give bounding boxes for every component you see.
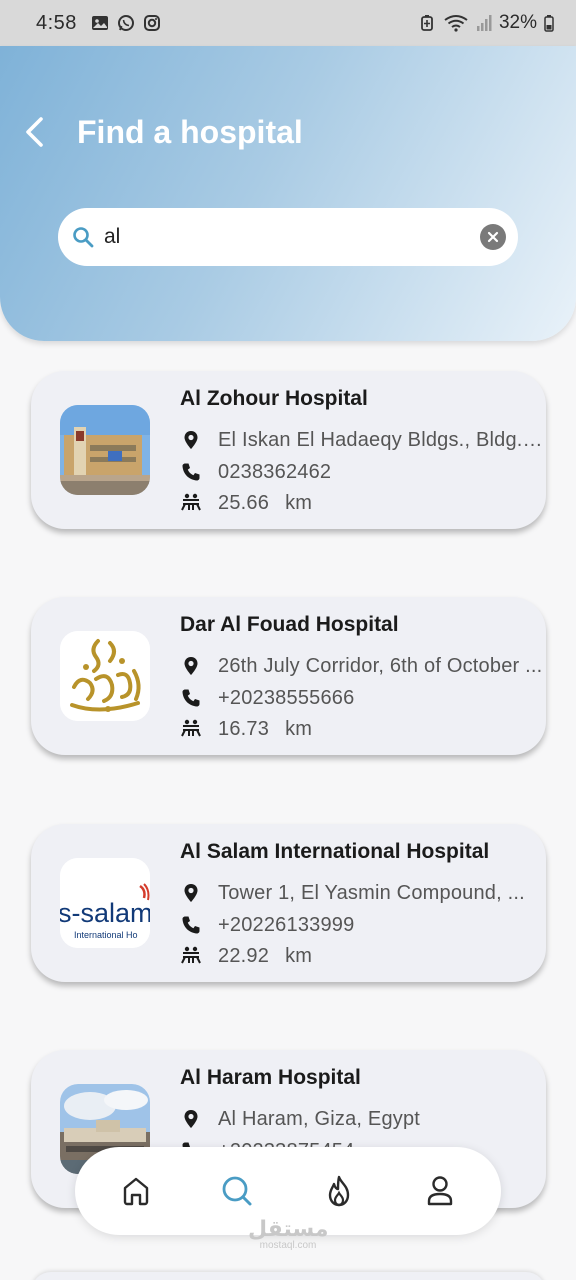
- hospital-distance: 16.73: [218, 717, 270, 740]
- hospital-distance: 25.66: [218, 491, 270, 514]
- distance-row: 16.73 km: [180, 716, 312, 742]
- hospital-address: Tower 1, El Yasmin Compound, ...: [218, 881, 525, 904]
- location-pin-icon: [180, 1108, 202, 1130]
- nav-home[interactable]: [106, 1161, 166, 1221]
- address-row: El Iskan El Hadaeqy Bldgs., Bldg. ...: [180, 427, 544, 453]
- profile-icon: [428, 1176, 453, 1206]
- hospital-name: Al Salam International Hospital: [180, 840, 490, 863]
- gallery-icon: [91, 16, 108, 30]
- next-card-peek: [31, 1272, 546, 1280]
- page-title: Find a hospital: [77, 114, 303, 150]
- hospital-logo: [60, 631, 150, 721]
- location-pin-icon: [180, 429, 202, 451]
- address-row: Al Haram, Giza, Egypt: [180, 1106, 420, 1132]
- battery-saver-icon: [421, 15, 433, 31]
- clear-search-button[interactable]: [480, 224, 506, 250]
- location-pin-icon: [180, 655, 202, 677]
- nav-search[interactable]: [207, 1161, 267, 1221]
- phone-icon: [180, 687, 202, 709]
- watermark: مستقل mostaql.com: [248, 1218, 328, 1252]
- distance-unit: km: [285, 491, 313, 514]
- nav-trending[interactable]: [309, 1161, 369, 1221]
- address-row: Tower 1, El Yasmin Compound, ...: [180, 880, 525, 906]
- hospital-phone: +20238555666: [218, 686, 355, 709]
- home-icon: [123, 1177, 148, 1206]
- hospital-address: El Iskan El Hadaeqy Bldgs., Bldg. ...: [218, 428, 544, 451]
- phone-row: +20226133999: [180, 912, 354, 938]
- distance-row: 25.66 km: [180, 490, 312, 516]
- search-box[interactable]: [58, 208, 518, 266]
- wifi-icon: [444, 15, 468, 32]
- hospital-name: Al Zohour Hospital: [180, 387, 368, 410]
- search-input[interactable]: [104, 217, 480, 257]
- watermark-subtext: mostaql.com: [259, 1240, 317, 1251]
- signal-icon: [476, 15, 492, 31]
- hospital-phone: 0238362462: [218, 460, 332, 483]
- hospital-phone: +20226133999: [218, 913, 355, 936]
- distance-row: 22.92 km: [180, 943, 312, 969]
- hospital-logo: s-salam International Ho: [60, 858, 150, 948]
- back-arrow-icon: [26, 117, 43, 147]
- hospital-address: 26th July Corridor, 6th of October ...: [218, 654, 543, 677]
- distance-icon: [180, 718, 202, 740]
- search-icon: [70, 224, 96, 250]
- nav-profile[interactable]: [410, 1161, 470, 1221]
- watermark-text: مستقل: [248, 1216, 329, 1241]
- hospital-logo: [60, 405, 150, 495]
- hospital-card[interactable]: Dar Al Fouad Hospital 26th July Corridor…: [31, 597, 546, 755]
- location-pin-icon: [180, 882, 202, 904]
- whatsapp-icon: [117, 15, 134, 31]
- logo-subtext: International Ho: [74, 930, 138, 940]
- battery-icon: [544, 15, 554, 32]
- hospital-name: Dar Al Fouad Hospital: [180, 613, 399, 636]
- status-time: 4:58: [36, 11, 77, 34]
- phone-icon: [180, 914, 202, 936]
- distance-icon: [180, 945, 202, 967]
- status-bar: 4:58 32%: [0, 0, 576, 46]
- hospital-distance: 22.92: [218, 944, 270, 967]
- logo-text: s-salam: [60, 898, 150, 928]
- distance-icon: [180, 492, 202, 514]
- hospital-card[interactable]: s-salam International Ho Al Salam Interna…: [31, 824, 546, 982]
- phone-icon: [180, 461, 202, 483]
- hospital-card[interactable]: Al Zohour Hospital El Iskan El Hadaeqy B…: [31, 371, 546, 529]
- hospital-name: Al Haram Hospital: [180, 1066, 361, 1089]
- address-row: 26th July Corridor, 6th of October ...: [180, 653, 542, 679]
- search-icon: [222, 1176, 252, 1206]
- distance-unit: km: [285, 944, 313, 967]
- distance-unit: km: [285, 717, 313, 740]
- fire-icon: [328, 1175, 349, 1207]
- header: Find a hospital: [0, 46, 576, 341]
- phone-row: 0238362462: [180, 459, 331, 485]
- back-button[interactable]: [16, 112, 52, 152]
- hospital-address: Al Haram, Giza, Egypt: [218, 1107, 421, 1130]
- instagram-icon: [143, 15, 160, 31]
- battery-percent: 32%: [498, 12, 537, 33]
- close-icon: [487, 231, 499, 243]
- phone-row: +20238555666: [180, 685, 354, 711]
